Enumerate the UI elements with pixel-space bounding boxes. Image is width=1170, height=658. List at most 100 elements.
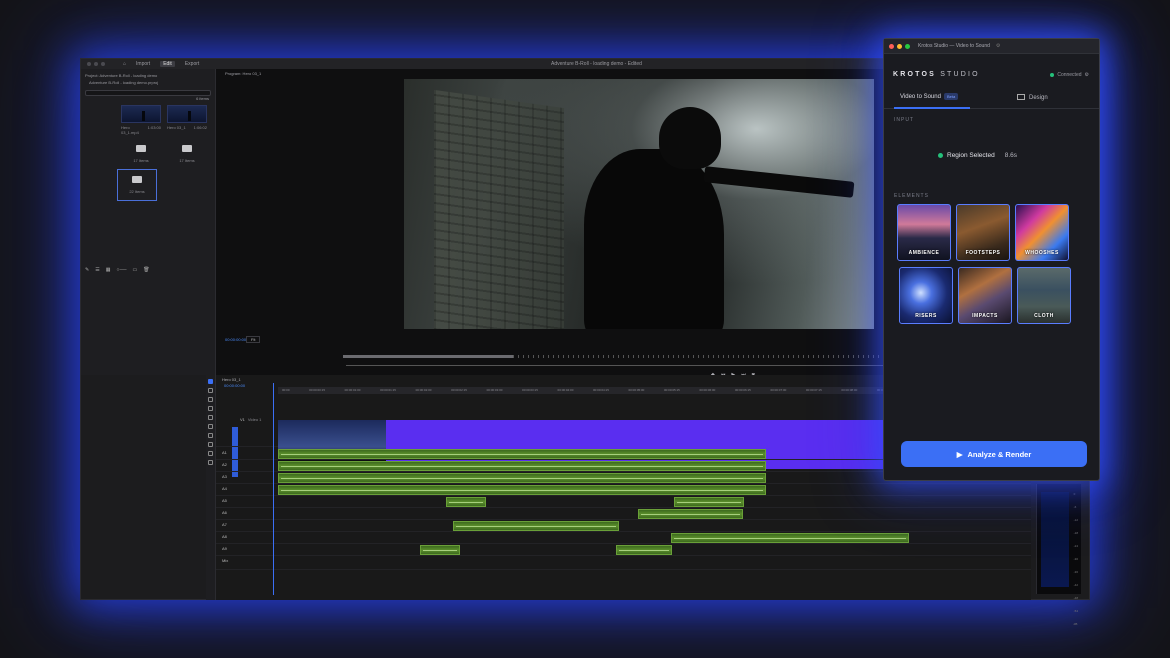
audio-clip[interactable] [278, 449, 766, 459]
icon-view-icon[interactable]: ▦ [106, 267, 111, 273]
ruler-tick-label: 00:00:04:00 [557, 388, 574, 392]
track-name[interactable]: Mix [222, 558, 228, 563]
list-view-icon[interactable]: ☰ [95, 267, 99, 273]
track-row-a6: A6 [216, 508, 1031, 520]
fit-dropdown[interactable]: Fit [246, 336, 261, 343]
audio-clip[interactable] [446, 497, 486, 507]
clip-name: Hero 03_1.mp4 [121, 125, 139, 135]
connection-status: Connected ⚙ [1050, 72, 1089, 78]
ruler-tick-label: 00:00 [282, 388, 290, 392]
new-bin-icon[interactable]: ▭ [133, 267, 138, 273]
ruler-tick-label: 00:00:00:15 [309, 388, 325, 392]
close-icon[interactable] [889, 43, 894, 49]
bin-name: 22 Items [129, 189, 145, 194]
settings-icon[interactable]: ⚙ [1085, 72, 1089, 78]
gear-icon[interactable]: ⚙ [996, 43, 1000, 49]
project-file-name: Adventure B-Roll - loading demo.prproj [89, 80, 159, 85]
ripple-edit-tool-icon[interactable] [208, 397, 213, 402]
meter-scale-label: dB [1073, 622, 1078, 626]
track-name[interactable]: A2 [222, 462, 227, 467]
project-panel-title[interactable]: Project: Adventure B-Roll - loading demo [81, 69, 215, 80]
audio-clip[interactable] [638, 509, 743, 519]
audio-clip[interactable] [278, 473, 766, 483]
region-selected-label: Region Selected [947, 152, 995, 159]
track-name[interactable]: A3 [222, 474, 227, 479]
zoom-tool-icon[interactable] [208, 451, 213, 456]
audio-meter: 0 -6 -12 -18 -24 -30 -36 -42 -48 -54 dB [1036, 484, 1081, 626]
nav-import[interactable]: Import [136, 61, 150, 67]
audio-clip[interactable] [674, 497, 744, 507]
minimize-icon[interactable] [897, 43, 902, 49]
editor-nav: ⌂ Import Edit Export [123, 61, 199, 67]
ruler-tick-label: 00:00:07:00 [770, 388, 787, 392]
program-monitor-title[interactable]: Program: Hero 03_1 [225, 71, 261, 76]
track-select-tool-icon[interactable] [208, 388, 213, 393]
status-dot-icon [1050, 73, 1055, 77]
track-name[interactable]: A4 [222, 486, 227, 491]
slip-tool-icon[interactable] [208, 415, 213, 420]
element-card-risers[interactable]: RISERS [899, 267, 953, 324]
element-card-impacts[interactable]: IMPACTS [958, 267, 1012, 324]
monitor-timecode[interactable]: 00:00:00:00 [225, 337, 246, 342]
meter-scale-label: -42 [1073, 583, 1078, 587]
nav-export[interactable]: Export [185, 61, 199, 67]
project-bin-folder[interactable]: 17 Items [121, 139, 161, 167]
element-card-ambience[interactable]: AMBIENCE [897, 204, 951, 261]
clip-duration: 1:03:00 [147, 125, 161, 130]
track-row-mix: Mix [216, 556, 1031, 570]
audio-clip[interactable] [453, 521, 619, 531]
rectangle-tool-icon[interactable] [208, 433, 213, 438]
audio-meter-bar [1041, 492, 1069, 587]
nav-edit[interactable]: Edit [160, 61, 175, 67]
pen-icon[interactable]: ✎ [85, 267, 89, 273]
project-bin-folder-selected[interactable]: 22 Items [117, 169, 157, 201]
ruler-tick-label: 00:00:01:00 [344, 388, 361, 392]
project-sequence-thumbnail[interactable]: Hero 03_1 1:06:02 [167, 105, 207, 130]
play-icon: ▶ [956, 449, 963, 459]
element-card-footsteps[interactable]: FOOTSTEPS [956, 204, 1010, 261]
timeline-playhead[interactable] [273, 383, 274, 595]
analyze-render-button[interactable]: ▶ Analyze & Render [901, 441, 1087, 467]
selection-tool-icon[interactable] [208, 379, 213, 384]
type-tool-icon[interactable] [208, 460, 213, 465]
clip-thumbnail-image [121, 105, 161, 123]
window-controls[interactable] [87, 62, 105, 66]
track-name[interactable]: A7 [222, 522, 227, 527]
meter-scale-label: -30 [1073, 557, 1078, 561]
project-bin-folder[interactable]: 17 Items [167, 139, 207, 167]
ruler-tick-label: 00:00:06:15 [734, 388, 751, 392]
project-clip-thumbnail[interactable]: Hero 03_1.mp4 1:03:00 [121, 105, 161, 135]
window-controls[interactable] [889, 43, 910, 49]
trash-icon[interactable]: 🗑 [143, 267, 149, 273]
ruler-tick-label: 00:00:06:00 [699, 388, 716, 392]
audio-clip[interactable] [278, 485, 766, 495]
ruler-tick-label: 00:00:07:15 [805, 388, 822, 392]
folder-icon [182, 145, 192, 152]
krotos-titlebar: Krotos Studio — Video to Sound ⚙ [884, 39, 1099, 54]
timeline-timecode[interactable]: 00:00:00:00 [224, 383, 245, 388]
tab-design[interactable]: Design [1017, 94, 1048, 101]
region-status-dot-icon [938, 153, 943, 158]
zoom-slider[interactable]: ○── [116, 267, 126, 273]
tab-video-to-sound[interactable]: Video to Sound Beta [900, 93, 959, 100]
track-name[interactable]: A9 [222, 546, 227, 551]
track-name[interactable]: A6 [222, 510, 227, 515]
element-card-cloth[interactable]: CLOTH [1017, 267, 1071, 324]
audio-clip[interactable] [278, 461, 766, 471]
maximize-icon[interactable] [905, 43, 910, 49]
nav-home-icon[interactable]: ⌂ [123, 61, 126, 67]
project-search-input[interactable] [85, 90, 211, 96]
pen-tool-icon[interactable] [208, 424, 213, 429]
track-name[interactable]: A8 [222, 534, 227, 539]
hand-tool-icon[interactable] [208, 442, 213, 447]
track-name[interactable]: A1 [222, 450, 227, 455]
audio-clip[interactable] [420, 545, 460, 555]
track-name[interactable]: V1 [240, 417, 245, 422]
razor-tool-icon[interactable] [208, 406, 213, 411]
ruler-tick-label: 00:00:03:15 [522, 388, 538, 392]
audio-clip[interactable] [616, 545, 672, 555]
audio-clip[interactable] [671, 533, 909, 543]
track-name[interactable]: A5 [222, 498, 227, 503]
element-card-whooshes[interactable]: WHOOSHES [1015, 204, 1069, 261]
timeline-ruler[interactable]: 00:00 00:00:00:15 00:00:01:00 00:00:01:15 00… [278, 387, 968, 394]
